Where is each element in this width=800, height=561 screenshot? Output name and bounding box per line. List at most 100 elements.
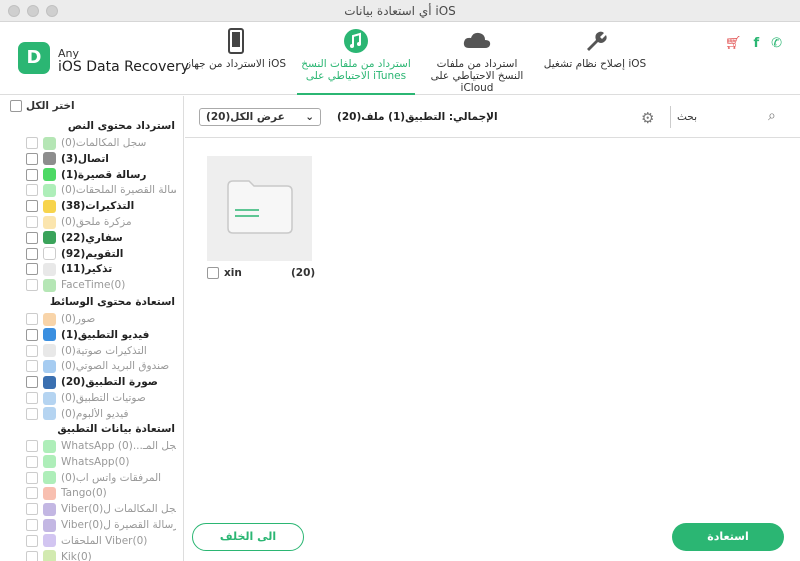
sidebar-item[interactable]: اتصال(3): [26, 151, 176, 167]
sidebar-item-label: صورة التطبيق(20): [61, 376, 158, 389]
sidebar-item-checkbox[interactable]: [26, 471, 38, 484]
search-icon[interactable]: ⌕: [768, 108, 776, 124]
sidebar-item[interactable]: التذكيرات(38): [26, 198, 176, 214]
sidebar-item[interactable]: تذكير(11): [26, 261, 176, 277]
sidebar-item[interactable]: Tango(0): [26, 485, 176, 501]
sidebar-item[interactable]: WhatsApp سجل المـ...(0): [26, 438, 176, 454]
sidebar-item-checkbox[interactable]: [26, 360, 38, 373]
sidebar-item-checkbox[interactable]: [26, 440, 38, 452]
sidebar-item-checkbox[interactable]: [26, 503, 38, 516]
whatsapp-icon: [43, 439, 56, 453]
sidebar-item-checkbox[interactable]: [26, 344, 38, 357]
sidebar-item-label: FaceTime(0): [61, 279, 126, 292]
sidebar-item[interactable]: فيديو الألبوم(0): [26, 406, 176, 422]
phone-icon: [228, 28, 244, 54]
main-toolbar: عرض الكل(20) ⌄ الإجمالي: التطبيق(1) ملف(…: [185, 96, 800, 138]
recover-button[interactable]: استعادة: [672, 523, 784, 551]
divider: [670, 106, 671, 128]
sidebar-item-checkbox[interactable]: [26, 200, 38, 213]
sidebar-item[interactable]: سجل المكالمات(0): [26, 135, 176, 151]
sidebar-item-checkbox[interactable]: [26, 152, 38, 165]
tab-label: استرداد من ملفات النسخ الاحتياطي على iTu…: [301, 58, 411, 82]
sidebar-item-label: اتصال(3): [61, 152, 109, 165]
video-icon: [43, 328, 56, 342]
wrench-icon: [587, 31, 607, 51]
sidebar-item-checkbox[interactable]: [26, 231, 38, 244]
sidebar-item-checkbox[interactable]: [26, 534, 38, 547]
whatsapp-icon: [43, 455, 56, 469]
sidebar-item-checkbox[interactable]: [26, 455, 38, 468]
sidebar-item[interactable]: سفاري(22): [26, 230, 176, 246]
mic-icon: [43, 391, 56, 405]
sidebar-item-label: تذكير(11): [61, 263, 113, 276]
tab-repair-ios[interactable]: إصلاح نظام تشغيل iOS: [540, 28, 650, 95]
tile-checkbox[interactable]: [207, 267, 219, 279]
select-all-checkbox[interactable]: [10, 100, 22, 112]
sidebar-item-checkbox[interactable]: [26, 263, 38, 276]
support-phone-icon[interactable]: ✆: [771, 36, 782, 51]
sidebar-item-checkbox[interactable]: [26, 407, 38, 420]
viber-icon: [43, 518, 56, 532]
tab-label: الاسترداد من جهاز iOS: [186, 58, 287, 70]
filter-select-value: عرض الكل(20): [206, 111, 285, 123]
sidebar-item[interactable]: الملحقات Viber(0): [26, 533, 176, 549]
sidebar-item-label: سفاري(22): [61, 231, 123, 244]
sidebar-item[interactable]: FaceTime(0): [26, 277, 176, 293]
sidebar-item-checkbox[interactable]: [26, 137, 38, 149]
sidebar-item-checkbox[interactable]: [26, 247, 38, 260]
sidebar-item[interactable]: رسالة قصيرة(1): [26, 167, 176, 183]
tab-recover-from-icloud[interactable]: استرداد من ملفات النسخ الاحتياطي على iCl…: [423, 28, 531, 95]
sidebar-item[interactable]: التذكيرات صوتية(0): [26, 343, 176, 359]
sidebar-item-checkbox[interactable]: [26, 376, 38, 389]
attachment-icon: [43, 471, 56, 485]
sidebar-item[interactable]: WhatsApp(0): [26, 454, 176, 470]
filter-select[interactable]: عرض الكل(20) ⌄: [199, 108, 321, 126]
app-folder-tile[interactable]: [207, 156, 312, 261]
tab-label: إصلاح نظام تشغيل iOS: [543, 58, 647, 70]
calendar-icon: [43, 247, 56, 261]
sidebar-item-checkbox[interactable]: [26, 392, 38, 404]
sidebar-item-label: WhatsApp سجل المـ...(0): [61, 440, 176, 452]
sidebar-item-checkbox[interactable]: [26, 216, 38, 228]
sidebar-item[interactable]: رسالة القصيرة الملحقات(0): [26, 182, 176, 198]
sidebar-item[interactable]: صندوق البريد الصوتي(0): [26, 358, 176, 374]
select-all[interactable]: اختر الكل: [10, 100, 75, 112]
sidebar-item[interactable]: Viberرسالة القصيرة ل(0): [26, 517, 176, 533]
viber-icon: [43, 502, 56, 516]
sidebar-item-checkbox[interactable]: [26, 487, 38, 500]
back-button[interactable]: الى الخلف: [192, 523, 304, 551]
sidebar-item-checkbox[interactable]: [26, 328, 38, 341]
sidebar-item-label: صور(0): [61, 313, 96, 325]
tab-recover-from-device[interactable]: الاسترداد من جهاز iOS: [186, 28, 286, 95]
contacts-icon: [43, 152, 56, 166]
sidebar-item[interactable]: صوتيات التطبيق(0): [26, 390, 176, 406]
sidebar-item[interactable]: مزكرة ملحق(0): [26, 214, 176, 230]
facebook-icon[interactable]: f: [753, 36, 759, 51]
sidebar-item[interactable]: Viberسجل المكالمات ل(0): [26, 501, 176, 517]
sidebar-section-title: استعادة بيانات التطبيق: [57, 423, 175, 435]
sidebar-item[interactable]: فيديو التطبيق(1): [26, 327, 176, 343]
tab-recover-from-itunes[interactable]: استرداد من ملفات النسخ الاحتياطي على iTu…: [297, 28, 415, 95]
sidebar-item[interactable]: Kik(0): [26, 549, 176, 561]
voice-icon: [43, 344, 56, 358]
cart-icon[interactable]: 🛒︎: [725, 36, 742, 51]
search-input[interactable]: بحث: [677, 111, 697, 123]
sidebar-item[interactable]: المرفقات واتس اب(0): [26, 470, 176, 486]
sidebar-item-label: فيديو الألبوم(0): [61, 407, 129, 420]
sidebar-item[interactable]: التقويم(92): [26, 246, 176, 262]
app-photo-icon: [43, 375, 56, 389]
sidebar-item[interactable]: صورة التطبيق(20): [26, 374, 176, 390]
sidebar-item-checkbox[interactable]: [26, 184, 38, 197]
sidebar-item-checkbox[interactable]: [26, 519, 38, 531]
facetime-icon: [43, 278, 56, 292]
sidebar-item-label: التذكيرات(38): [61, 200, 135, 213]
sidebar-item-checkbox[interactable]: [26, 313, 38, 325]
sidebar-item-checkbox[interactable]: [26, 550, 38, 561]
sidebar-item-label: التذكيرات صوتية(0): [61, 344, 147, 357]
sidebar-item-checkbox[interactable]: [26, 279, 38, 292]
sidebar-item-checkbox[interactable]: [26, 168, 38, 181]
sidebar-item[interactable]: صور(0): [26, 311, 176, 327]
gear-icon[interactable]: ⚙: [641, 109, 654, 127]
sidebar-item-label: المرفقات واتس اب(0): [61, 471, 162, 484]
toolbar-actions: 🛒︎ f ✆: [725, 36, 782, 51]
